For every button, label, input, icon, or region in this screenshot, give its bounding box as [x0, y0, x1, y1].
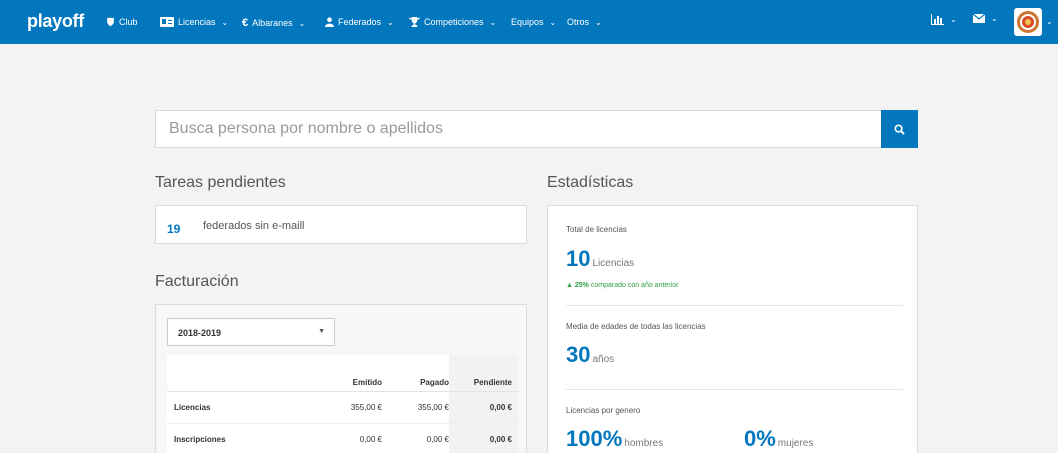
- stats-card: Total de licencias 10 Licencias ▲ 25% co…: [547, 205, 918, 453]
- men-stat: 100% hombres: [566, 426, 663, 452]
- top-navbar: playoff Club Licencias ⌄ € Albaranes ⌄ F…: [0, 0, 1058, 44]
- table-row: Inscripciones 0,00 € 0,00 € 0,00 €: [167, 423, 518, 453]
- chevron-down-icon: ⌄: [549, 17, 557, 27]
- club-crest-icon: [1017, 11, 1039, 33]
- divider: [566, 389, 903, 390]
- season-select[interactable]: 2018-2019 ▼: [167, 318, 335, 346]
- nav-federados-label: Federados: [338, 17, 382, 27]
- nav-competiciones-label: Competiciones: [424, 17, 484, 27]
- shield-icon: [107, 17, 114, 27]
- stats-title: Estadísticas: [547, 174, 634, 191]
- women-value: 0%: [744, 426, 776, 451]
- nav-albaranes[interactable]: € Albaranes ⌄: [242, 17, 305, 29]
- user-icon: [325, 17, 334, 27]
- nav-otros[interactable]: Otros ⌄: [567, 17, 602, 27]
- row-label: Inscripciones: [167, 423, 322, 453]
- total-licenses-value: 10: [566, 246, 591, 271]
- nav-club-label: Club: [119, 17, 138, 27]
- season-select-value: 2018-2019: [178, 328, 222, 338]
- men-unit: hombres: [624, 438, 664, 449]
- cell-emitido: 355,00 €: [322, 391, 382, 424]
- nav-competiciones[interactable]: Competiciones ⌄: [409, 17, 496, 27]
- tasks-title: Tareas pendientes: [155, 174, 286, 191]
- column-header-pagado: Pagado: [382, 355, 449, 392]
- avatar[interactable]: [1014, 8, 1042, 36]
- task-count: 19: [167, 222, 181, 236]
- chevron-down-icon: ⌄: [595, 17, 602, 27]
- billing-title: Facturación: [155, 273, 239, 290]
- licenses-change-value: 25%: [574, 282, 589, 289]
- licenses-change-text: comparado con año anterior: [590, 282, 679, 289]
- nav-albaranes-label: Albaranes: [252, 18, 293, 28]
- cell-emitido: 0,00 €: [322, 423, 382, 453]
- nav-federados[interactable]: Federados ⌄: [325, 17, 394, 27]
- gender-label: Licencias por genero: [566, 406, 641, 415]
- table-header-empty: [167, 355, 322, 392]
- row-label: Licencias: [167, 391, 322, 424]
- euro-icon: €: [242, 17, 249, 29]
- nav-licencias[interactable]: Licencias ⌄: [160, 17, 228, 27]
- chevron-down-icon: ⌄: [991, 14, 998, 23]
- chevron-down-icon: ⌄: [221, 17, 229, 27]
- stats-menu[interactable]: ⌄: [931, 14, 957, 25]
- men-value: 100%: [566, 426, 623, 451]
- age-label: Media de edades de todas las licencias: [566, 322, 706, 331]
- chevron-down-icon: ⌄: [489, 17, 497, 27]
- search-button[interactable]: [881, 110, 918, 148]
- cell-pendiente: 0,00 €: [449, 423, 518, 453]
- bar-chart-icon: [931, 14, 944, 25]
- licenses-change: ▲ 25% comparado con año anterior: [566, 282, 678, 289]
- search-box: [155, 110, 882, 148]
- arrow-up-icon: ▲: [566, 282, 573, 289]
- nav-licencias-label: Licencias: [178, 17, 216, 27]
- column-header-emitido: Emitido: [322, 355, 382, 392]
- total-licenses-unit: Licencias: [592, 258, 635, 269]
- age-value: 30: [566, 342, 591, 367]
- billing-table: Emitido Pagado Pendiente Licencias 355,0…: [167, 355, 518, 453]
- cell-pagado: 355,00 €: [382, 391, 449, 424]
- caret-down-icon: ▼: [318, 328, 325, 335]
- chevron-down-icon: ⌄: [387, 17, 394, 27]
- women-stat: 0% mujeres: [744, 426, 813, 452]
- chevron-down-icon: ⌄: [1046, 17, 1053, 26]
- nav-equipos-label: Equipos: [511, 17, 544, 27]
- search-icon: [894, 123, 905, 135]
- table-header-row: Emitido Pagado Pendiente: [167, 355, 518, 392]
- chevron-down-icon: ⌄: [950, 15, 957, 24]
- task-text: federados sin e-maill: [203, 220, 305, 232]
- column-header-pendiente: Pendiente: [449, 355, 518, 392]
- women-unit: mujeres: [777, 438, 814, 449]
- nav-club[interactable]: Club: [106, 17, 138, 27]
- age-stat: 30 años: [566, 342, 614, 368]
- nav-otros-label: Otros: [567, 17, 590, 27]
- total-licenses-stat: 10 Licencias: [566, 246, 634, 272]
- divider: [566, 305, 903, 306]
- id-card-icon: [160, 17, 174, 27]
- cell-pendiente: 0,00 €: [449, 391, 518, 424]
- cell-pagado: 0,00 €: [382, 423, 449, 453]
- chevron-down-icon: ⌄: [298, 18, 306, 28]
- search-input[interactable]: [156, 111, 881, 147]
- age-unit: años: [592, 354, 615, 365]
- nav-equipos[interactable]: Equipos ⌄: [511, 17, 556, 27]
- tasks-card: 19 federados sin e-maill: [155, 205, 527, 244]
- table-row: Licencias 355,00 € 355,00 € 0,00 €: [167, 391, 518, 424]
- trophy-icon: [409, 17, 420, 27]
- messages-menu[interactable]: ⌄: [973, 14, 998, 23]
- brand-logo[interactable]: playoff: [27, 11, 84, 32]
- envelope-icon: [973, 14, 985, 23]
- billing-card: 2018-2019 ▼ Emitido Pagado Pendiente Lic…: [155, 304, 527, 453]
- total-licenses-label: Total de licencias: [566, 225, 627, 234]
